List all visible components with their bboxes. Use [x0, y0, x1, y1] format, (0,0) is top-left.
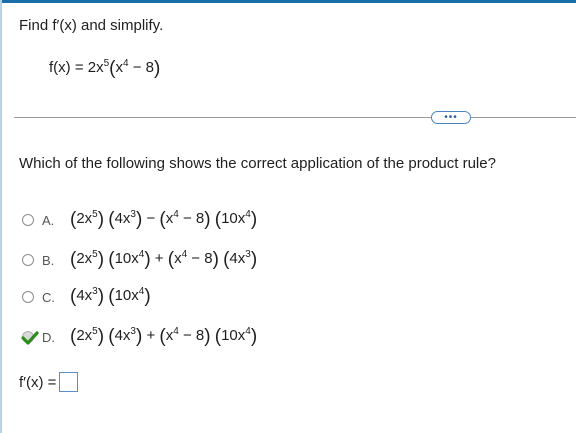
option-expression: (2x5) (4x3) − (x4 − 8) (10x4) — [70, 209, 257, 231]
option-letter: D. — [42, 329, 55, 345]
option-d[interactable]: D. (2x5) (4x3) + (x4 − 8) (10x4) — [21, 326, 257, 348]
answer-input[interactable] — [59, 372, 79, 392]
factor-rest: − 8 — [178, 327, 205, 344]
factor: (10x4) — [108, 286, 151, 307]
paren-close: ) — [250, 209, 258, 230]
factor: (4x3) — [108, 209, 142, 230]
answer-row: f′(x) = — [19, 372, 79, 392]
paren-close: ) — [97, 209, 105, 230]
factor-base: 4x — [114, 327, 131, 344]
paren-close: ) — [97, 249, 105, 270]
factor-base: 2x — [76, 327, 93, 344]
factor: (10x4) — [108, 249, 150, 270]
function-inner-rest: − 8 — [128, 59, 154, 76]
function-definition: f(x) = 2x5(x4 − 8) — [49, 58, 161, 79]
operator: + — [150, 250, 168, 267]
paren-close: ) — [250, 326, 258, 347]
radio-button[interactable] — [22, 214, 34, 226]
factor-base: x — [174, 250, 182, 267]
option-letter: A. — [42, 212, 55, 228]
factor: (10x4) — [215, 209, 258, 230]
option-expression: (4x3) (10x4) — [70, 286, 151, 308]
radio-button[interactable] — [21, 331, 39, 345]
factor-base: 4x — [114, 210, 131, 227]
operator: + — [142, 327, 160, 344]
function-inner: x — [115, 59, 124, 76]
factor: (x4 − 8) — [159, 326, 211, 347]
option-letter: B. — [42, 252, 55, 268]
factor-base: 10x — [221, 210, 246, 227]
checkmark-icon — [21, 331, 39, 345]
factor-base: 10x — [221, 327, 246, 344]
factor-base: 10x — [114, 250, 139, 267]
more-button[interactable]: ••• — [431, 111, 471, 124]
question-prompt: Which of the following shows the correct… — [19, 155, 496, 172]
factor-base: 4x — [76, 287, 93, 304]
factor: (x4 − 8) — [168, 249, 219, 270]
option-c[interactable]: C. (4x3) (10x4) — [22, 286, 151, 308]
option-expression: (2x5) (4x3) + (x4 − 8) (10x4) — [70, 326, 257, 348]
radio-button[interactable] — [22, 254, 34, 266]
option-expression: (2x5) (10x4) + (x4 − 8) (4x3) — [70, 249, 257, 271]
factor: (4x3) — [108, 326, 142, 347]
factor: (4x3) — [223, 249, 258, 270]
top-accent-bar — [0, 0, 576, 3]
question-title: Find f′(x) and simplify. — [19, 17, 164, 34]
paren-close: ) — [204, 209, 211, 230]
function-lhs: f(x) = 2x — [49, 59, 104, 76]
factor-base: 2x — [76, 210, 93, 227]
paren-close: ) — [97, 286, 105, 307]
section-divider — [14, 117, 576, 118]
paren-close: ) — [204, 326, 211, 347]
factor: (x4 − 8) — [159, 209, 211, 230]
paren-close: ) — [144, 286, 151, 307]
factor: (2x5) — [70, 209, 105, 230]
paren-close: ) — [212, 249, 219, 270]
factor: (2x5) — [70, 249, 105, 270]
factor-base: 10x — [114, 287, 139, 304]
left-border — [0, 0, 2, 433]
factor-rest: − 8 — [178, 210, 205, 227]
factor: (10x4) — [215, 326, 258, 347]
factor: (2x5) — [70, 326, 105, 347]
factor: (4x3) — [70, 286, 105, 307]
factor-base: 4x — [229, 250, 246, 267]
answer-label: f′(x) = — [19, 373, 57, 391]
radio-button[interactable] — [22, 291, 34, 303]
factor-base: 2x — [76, 250, 93, 267]
paren-close: ) — [97, 326, 105, 347]
option-b[interactable]: B. (2x5) (10x4) + (x4 − 8) (4x3) — [22, 249, 257, 271]
paren-close: ) — [250, 249, 258, 270]
factor-rest: − 8 — [187, 250, 213, 267]
operator: − — [142, 210, 160, 227]
option-a[interactable]: A. (2x5) (4x3) − (x4 − 8) (10x4) — [22, 209, 257, 231]
option-letter: C. — [42, 289, 55, 305]
